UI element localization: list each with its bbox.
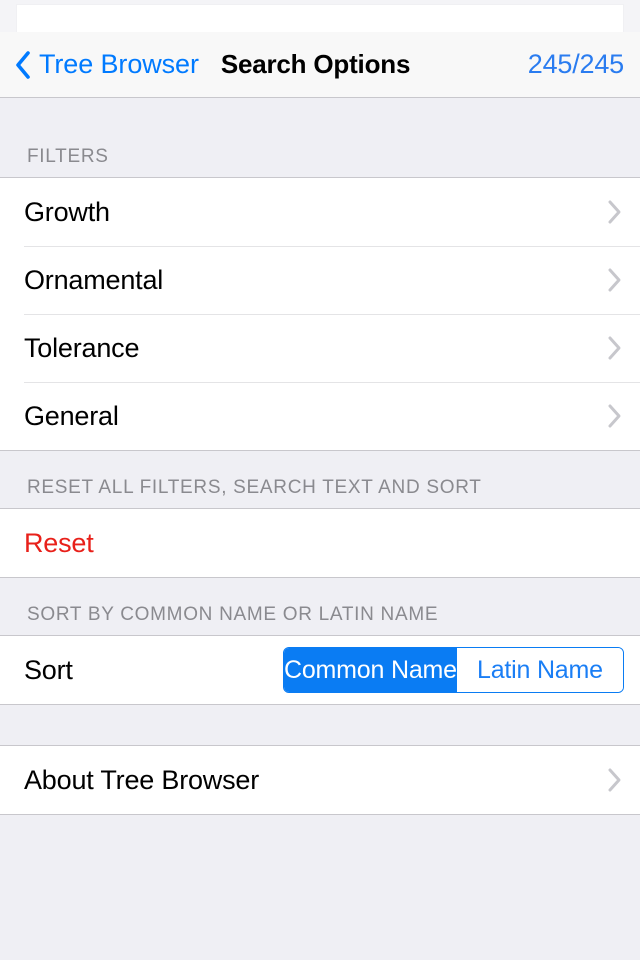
table-row-sort: Sort Common Name Latin Name bbox=[0, 636, 640, 704]
row-label: Sort bbox=[24, 654, 73, 685]
app-screen: Tree Browser Search Options 245/245 FILT… bbox=[0, 0, 640, 960]
row-label: General bbox=[24, 400, 119, 431]
navigation-bar: Tree Browser Search Options 245/245 bbox=[0, 32, 640, 98]
table-row-reset[interactable]: Reset bbox=[0, 509, 640, 577]
back-button-label: Tree Browser bbox=[39, 49, 199, 79]
table-row-ornamental[interactable]: Ornamental bbox=[0, 246, 640, 314]
section-gap-about bbox=[0, 705, 640, 745]
about-group: About Tree Browser bbox=[0, 745, 640, 815]
row-label: Tolerance bbox=[24, 332, 140, 363]
table-row-about-tree-browser[interactable]: About Tree Browser bbox=[0, 746, 640, 814]
table-row-tolerance[interactable]: Tolerance bbox=[0, 314, 640, 382]
filters-group: Growth Ornamental Tolerance General bbox=[0, 177, 640, 451]
chevron-right-icon bbox=[608, 404, 621, 428]
row-label: Growth bbox=[24, 196, 110, 227]
chevron-right-icon bbox=[608, 336, 621, 360]
page-title: Search Options bbox=[220, 49, 411, 79]
table-row-growth[interactable]: Growth bbox=[0, 178, 640, 246]
chevron-right-icon bbox=[608, 768, 621, 792]
result-count-badge[interactable]: 245/245 bbox=[528, 49, 624, 80]
section-header-sort: SORT BY COMMON NAME OR LATIN NAME bbox=[0, 578, 640, 635]
chevron-left-icon bbox=[16, 50, 30, 79]
reset-button-label: Reset bbox=[24, 527, 94, 558]
segment-latin-name[interactable]: Latin Name bbox=[456, 648, 623, 692]
section-header-reset: RESET ALL FILTERS, SEARCH TEXT AND SORT bbox=[0, 451, 640, 508]
sort-segmented-control[interactable]: Common Name Latin Name bbox=[283, 647, 624, 693]
status-bar bbox=[0, 0, 640, 32]
chevron-right-icon bbox=[608, 200, 621, 224]
status-bar-content bbox=[16, 4, 624, 32]
row-label: Ornamental bbox=[24, 264, 164, 295]
row-label: About Tree Browser bbox=[24, 764, 260, 795]
back-button[interactable]: Tree Browser bbox=[14, 49, 199, 80]
settings-table: FILTERS Growth Ornamental Tolerance Gene… bbox=[0, 98, 640, 960]
sort-group: Sort Common Name Latin Name bbox=[0, 635, 640, 705]
reset-group: Reset bbox=[0, 508, 640, 578]
chevron-right-icon bbox=[608, 268, 621, 292]
segment-common-name[interactable]: Common Name bbox=[284, 648, 457, 692]
table-row-general[interactable]: General bbox=[0, 382, 640, 450]
section-header-filters: FILTERS bbox=[0, 98, 640, 177]
